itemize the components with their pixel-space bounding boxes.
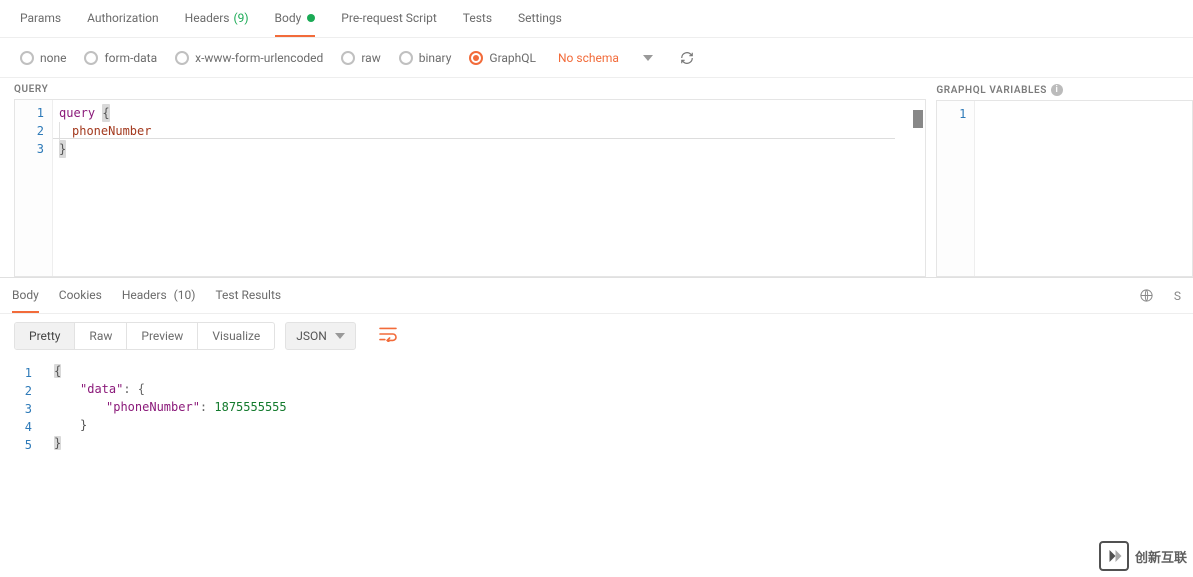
view-visualize-button[interactable]: Visualize [198,323,274,349]
tab-params[interactable]: Params [20,0,61,37]
panel-title-query: QUERY [14,84,926,95]
variables-panel: GRAPHQL VARIABLES i 1 [926,78,1193,277]
query-panel: QUERY 1 2 3 query { phoneNumber } [0,78,926,277]
body-type-row: none form-data x-www-form-urlencoded raw… [0,38,1193,78]
body-type-graphql[interactable]: GraphQL [469,51,536,65]
truncated-label: S [1174,289,1181,303]
error-marker-icon [913,110,923,128]
tab-tests[interactable]: Tests [463,0,492,37]
radio-icon [469,51,483,65]
gutter: 1 2 3 [15,100,53,276]
radio-icon [84,51,98,65]
graphql-panels: QUERY 1 2 3 query { phoneNumber } GRAPHQ… [0,78,1193,278]
dot-indicator-icon [307,14,315,22]
gutter: 1 [937,101,975,276]
variables-editor[interactable]: 1 [936,100,1193,277]
watermark-text: 创新互联 [1135,547,1187,566]
rtab-body[interactable]: Body [12,278,39,313]
response-body[interactable]: 1 2 3 4 5 { "data": { "phoneNumber": 187… [0,358,1193,454]
response-tabs: Body Cookies Headers (10) Test Results S [0,278,1193,314]
panel-title-vars: GRAPHQL VARIABLES i [936,84,1193,96]
schema-status[interactable]: No schema [558,51,619,65]
body-type-form-data[interactable]: form-data [84,51,157,65]
wrap-lines-icon[interactable] [378,326,398,347]
gutter: 1 2 3 4 5 [0,360,48,454]
caret-down-icon [335,333,345,339]
watermark: 创新互联 [1099,541,1187,571]
tab-body[interactable]: Body [275,0,316,37]
tab-authorization[interactable]: Authorization [87,0,159,37]
view-raw-button[interactable]: Raw [75,323,127,349]
body-type-none[interactable]: none [20,51,66,65]
body-type-binary[interactable]: binary [399,51,452,65]
rtab-test-results[interactable]: Test Results [215,278,281,313]
refresh-icon[interactable] [679,50,695,66]
radio-icon [399,51,413,65]
globe-icon[interactable] [1139,288,1154,303]
view-pretty-button[interactable]: Pretty [15,323,75,349]
body-type-x-www-form[interactable]: x-www-form-urlencoded [175,51,323,65]
view-preview-button[interactable]: Preview [127,323,198,349]
info-icon[interactable]: i [1051,84,1063,96]
request-tabs: Params Authorization Headers(9) Body Pre… [0,0,1193,38]
response-toolbar: Pretty Raw Preview Visualize JSON [0,314,1193,358]
body-type-raw[interactable]: raw [341,51,380,65]
code-area[interactable]: { "data": { "phoneNumber": 1875555555 } … [48,360,1193,454]
query-editor[interactable]: 1 2 3 query { phoneNumber } [14,99,926,277]
view-mode-group: Pretty Raw Preview Visualize [14,322,275,350]
headers-count: (9) [234,11,249,25]
resp-headers-count: (10) [174,288,196,302]
radio-icon [20,51,34,65]
tab-pre-request[interactable]: Pre-request Script [341,0,436,37]
code-area[interactable]: query { phoneNumber } [53,100,925,276]
caret-down-icon[interactable] [643,55,653,61]
radio-icon [175,51,189,65]
tab-headers[interactable]: Headers(9) [185,0,249,37]
watermark-logo-icon [1099,541,1129,571]
tab-settings[interactable]: Settings [518,0,562,37]
rtab-headers[interactable]: Headers (10) [122,278,196,313]
rtab-cookies[interactable]: Cookies [59,278,102,313]
radio-icon [341,51,355,65]
code-area[interactable] [975,101,1192,276]
format-dropdown[interactable]: JSON [285,322,356,350]
